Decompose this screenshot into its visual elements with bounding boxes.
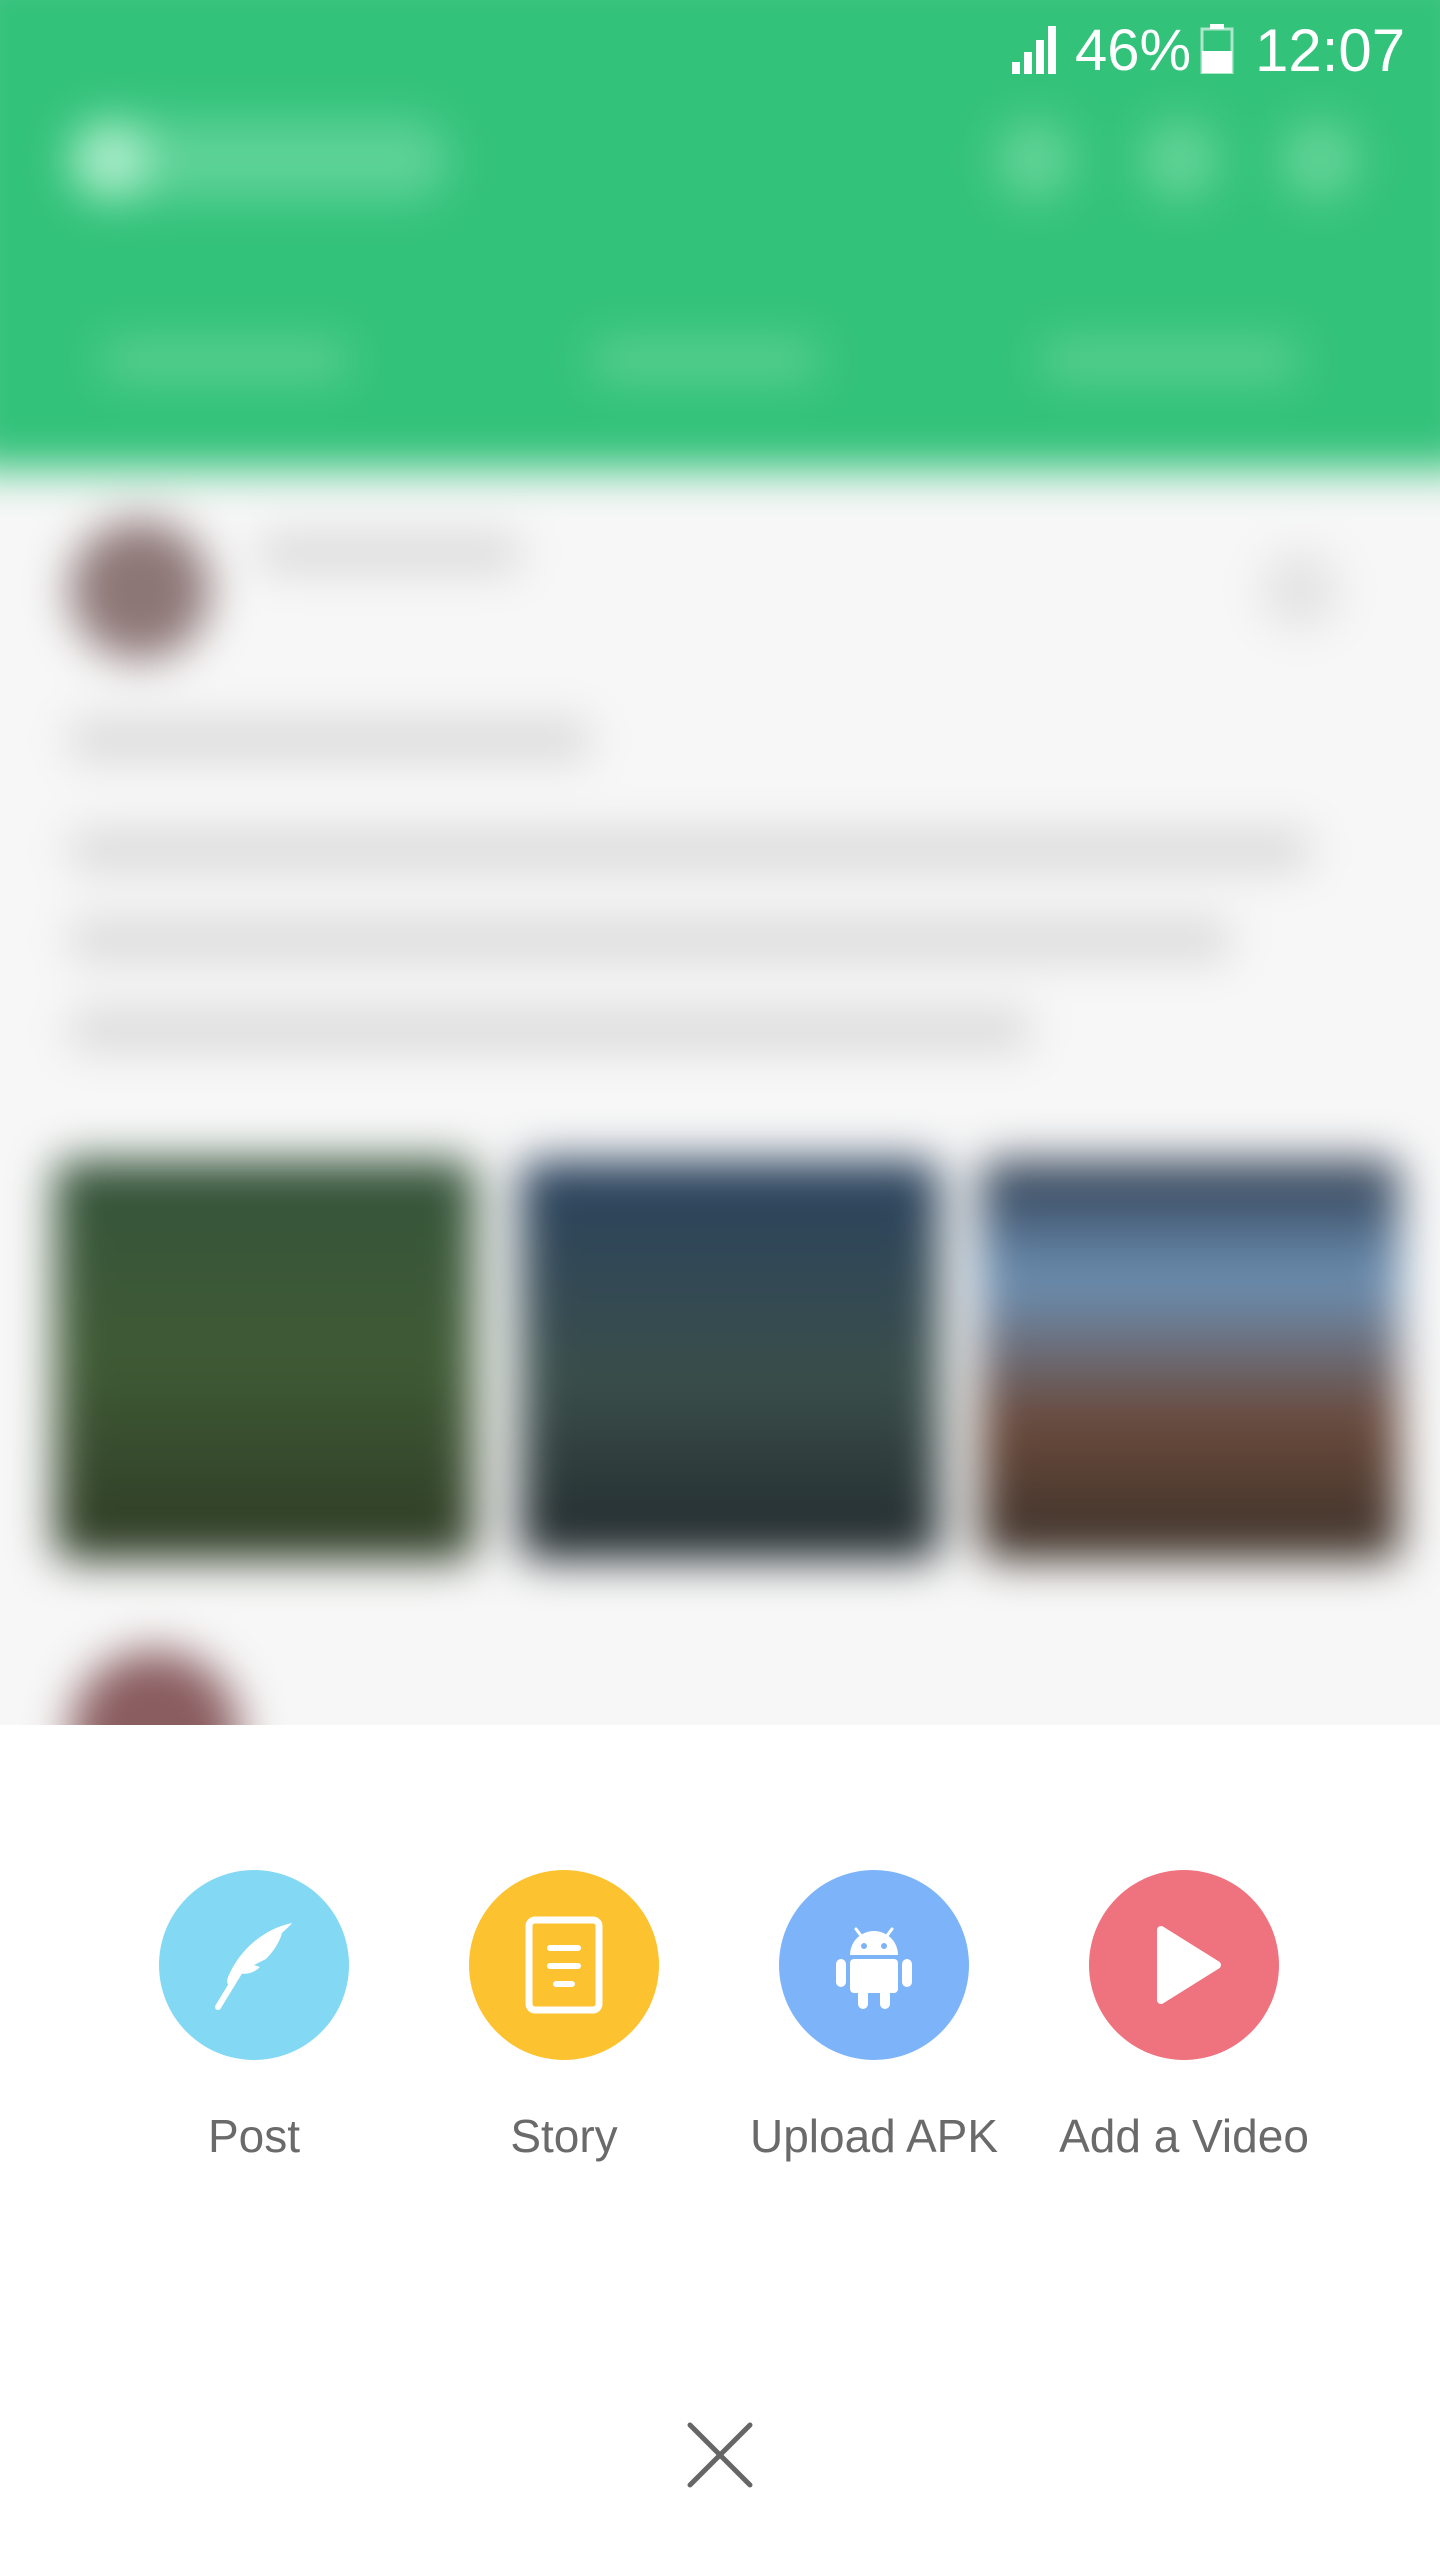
upload-apk-button[interactable]: Upload APK [724,1870,1024,2200]
signal-icon [1012,26,1056,74]
battery-percentage: 46% [1075,18,1192,83]
background-thumbnail [55,1160,475,1560]
background-thumbnail [520,1160,940,1560]
status-bar: 46% 12:07 [0,0,1440,100]
screen: 46% 12:07 Post Story Upload APK Add a Vi… [0,0,1440,2560]
story-icon-circle[interactable] [469,1870,659,2060]
create-menu-sheet: Post Story Upload APK Add a Video [0,1725,1440,2560]
story-label: Story [510,2110,618,2162]
close-button[interactable] [680,2415,760,2495]
clock: 12:07 [1255,17,1406,84]
android-icon [836,1927,912,2009]
add-video-label: Add a Video [1059,2110,1309,2162]
battery-icon [1200,24,1234,74]
play-icon [1157,1926,1221,2004]
feather-icon [215,1923,292,2010]
close-icon [687,2422,753,2488]
upload-apk-label: Upload APK [749,2110,999,2162]
background-thumbnail [980,1160,1400,1560]
blurred-background-feed [0,0,1440,1725]
background-avatar [70,520,210,660]
add-video-icon-circle[interactable] [1089,1870,1279,2060]
post-button[interactable]: Post [104,1870,404,2200]
add-video-button[interactable]: Add a Video [1034,1870,1334,2200]
post-label: Post [207,2110,301,2162]
story-button[interactable]: Story [414,1870,714,2200]
upload-apk-icon-circle[interactable] [779,1870,969,2060]
document-icon [525,1916,603,2014]
post-icon-circle[interactable] [159,1870,349,2060]
